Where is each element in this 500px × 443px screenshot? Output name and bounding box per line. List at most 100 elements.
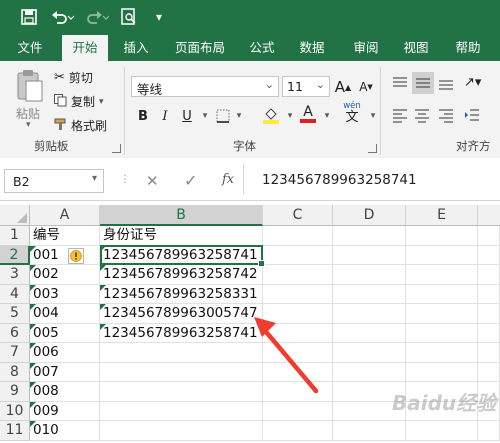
tab-data[interactable]: 数据 <box>290 35 334 61</box>
indent-button[interactable] <box>464 107 482 125</box>
tab-review[interactable]: 审阅 <box>344 35 388 61</box>
cell-F3[interactable] <box>478 265 500 285</box>
redo-icon[interactable] <box>83 6 111 28</box>
column-header-d[interactable]: D <box>333 205 406 226</box>
resize-handle-icon[interactable]: ⋮ <box>120 174 131 185</box>
cell-E4[interactable] <box>406 284 478 304</box>
phonetic-button[interactable]: wén 文 <box>340 102 364 125</box>
bold-button[interactable]: B <box>134 106 152 126</box>
row-header-3[interactable]: 3 <box>0 265 30 285</box>
column-header-b[interactable]: B <box>100 205 263 226</box>
row-header-1[interactable]: 1 <box>0 226 30 246</box>
cell-A3[interactable]: 002 <box>30 265 100 285</box>
cell-D8[interactable] <box>333 362 406 382</box>
column-header-c[interactable]: C <box>263 205 333 226</box>
cell-D11[interactable] <box>333 421 406 441</box>
orientation-button[interactable]: ↗▾ <box>464 75 486 93</box>
grow-font-button[interactable]: A ▲ <box>334 77 352 97</box>
name-box[interactable]: B2 ▾ <box>4 169 104 193</box>
cell-F5[interactable] <box>478 304 500 324</box>
cell-A5[interactable]: 004 <box>30 304 100 324</box>
cell-F4[interactable] <box>478 284 500 304</box>
row-header-10[interactable]: 10 <box>0 401 30 421</box>
cell-E8[interactable] <box>406 362 478 382</box>
cell-A11[interactable]: 010 <box>30 421 100 441</box>
formula-input[interactable]: 123456789963258741 <box>262 172 417 188</box>
undo-icon[interactable] <box>49 6 77 28</box>
cell-D4[interactable] <box>333 284 406 304</box>
row-header-11[interactable]: 11 <box>0 421 30 441</box>
font-name-select[interactable]: 等线 ⌄ <box>131 76 279 97</box>
paste-dropdown-icon[interactable]: ▾ <box>26 120 31 130</box>
cell-D1[interactable] <box>333 226 406 246</box>
warning-icon[interactable] <box>68 248 84 264</box>
cell-C4[interactable] <box>263 284 333 304</box>
cell-E6[interactable] <box>406 323 478 343</box>
cell-E2[interactable] <box>406 245 478 265</box>
cell-A2[interactable]: 001 <box>30 245 100 265</box>
tab-view[interactable]: 视图 <box>394 35 438 61</box>
cell-D5[interactable] <box>333 304 406 324</box>
tab-help[interactable]: 帮助 <box>446 35 490 61</box>
enter-check-icon[interactable]: ✓ <box>184 171 197 190</box>
cell-D7[interactable] <box>333 343 406 363</box>
row-header-4[interactable]: 4 <box>0 284 30 304</box>
row-header-9[interactable]: 9 <box>0 382 30 402</box>
cell-A10[interactable]: 009 <box>30 401 100 421</box>
cell-F11[interactable] <box>478 421 500 441</box>
customize-qat-icon[interactable]: ▾ <box>148 6 170 28</box>
row-header-6[interactable]: 6 <box>0 323 30 343</box>
insert-function-button[interactable]: fx <box>222 172 234 187</box>
cell-B7[interactable] <box>100 343 263 363</box>
row-header-5[interactable]: 5 <box>0 304 30 324</box>
tab-page-layout[interactable]: 页面布局 <box>168 35 232 61</box>
column-header-f[interactable] <box>478 205 500 226</box>
cell-B1[interactable]: 身份证号 <box>100 226 263 246</box>
cell-D6[interactable] <box>333 323 406 343</box>
align-left-button[interactable] <box>392 107 410 125</box>
cell-A4[interactable]: 003 <box>30 284 100 304</box>
tab-home[interactable]: 开始 <box>62 35 108 61</box>
cell-B5[interactable]: 123456789963005747 <box>100 304 263 324</box>
cell-C3[interactable] <box>263 265 333 285</box>
font-launcher-icon[interactable] <box>368 144 377 153</box>
cell-F8[interactable] <box>478 362 500 382</box>
cell-F6[interactable] <box>478 323 500 343</box>
cell-B9[interactable] <box>100 382 263 402</box>
cell-A7[interactable]: 006 <box>30 343 100 363</box>
cell-A9[interactable]: 008 <box>30 382 100 402</box>
cell-B3[interactable]: 123456789963258742 <box>100 265 263 285</box>
cell-F2[interactable] <box>478 245 500 265</box>
cell-A6[interactable]: 005 <box>30 323 100 343</box>
align-center-button[interactable] <box>414 107 432 125</box>
paste-button[interactable]: 粘贴 ▾ <box>12 69 48 130</box>
cell-E7[interactable] <box>406 343 478 363</box>
fill-color-button[interactable] <box>262 105 280 125</box>
column-header-a[interactable]: A <box>30 205 100 226</box>
italic-button[interactable]: I <box>156 106 174 126</box>
cell-A1[interactable]: 编号 <box>30 226 100 246</box>
cancel-icon[interactable]: ✕ <box>146 172 159 190</box>
row-header-8[interactable]: 8 <box>0 362 30 382</box>
cell-B8[interactable] <box>100 362 263 382</box>
row-header-2[interactable]: 2 <box>0 245 30 265</box>
print-preview-icon[interactable] <box>118 6 140 28</box>
cell-D2[interactable] <box>333 245 406 265</box>
copy-button[interactable]: 复制 ▾ <box>54 93 104 110</box>
font-size-select[interactable]: 11 ⌄ <box>282 76 330 97</box>
cell-C2[interactable] <box>263 245 333 265</box>
cell-E11[interactable] <box>406 421 478 441</box>
align-middle-button[interactable] <box>412 72 434 94</box>
underline-dropdown-icon[interactable]: ▾ <box>196 106 214 126</box>
align-top-button[interactable] <box>392 75 410 93</box>
cell-B2[interactable]: 123456789963258741 <box>100 245 263 265</box>
font-color-dropdown-icon[interactable]: ▾ <box>318 106 336 126</box>
borders-dropdown-icon[interactable]: ▾ <box>230 106 248 126</box>
cell-F7[interactable] <box>478 343 500 363</box>
cut-button[interactable]: ✂ 剪切 <box>54 69 93 86</box>
select-all-button[interactable] <box>0 205 30 226</box>
tab-insert[interactable]: 插入 <box>114 35 158 61</box>
tab-formulas[interactable]: 公式 <box>240 35 284 61</box>
underline-button[interactable]: U <box>178 106 196 126</box>
copy-dropdown-icon[interactable]: ▾ <box>99 97 104 107</box>
